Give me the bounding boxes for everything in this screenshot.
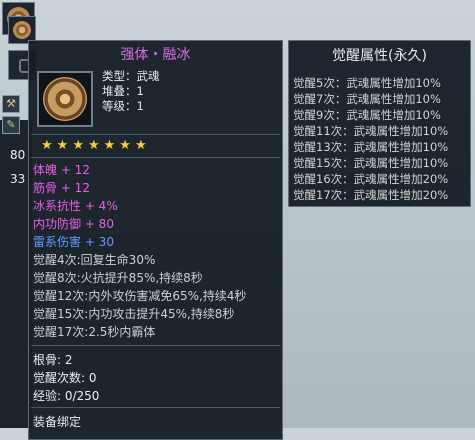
item-tooltip: 强体・融冰 类型：武魂 堆叠：1 等级：1 ★ ★ ★ ★ ★ ★ ★ 体魄 +… bbox=[28, 40, 283, 440]
item-level: 等级：1 bbox=[102, 99, 144, 113]
experience: 经验: 0/250 bbox=[33, 389, 100, 403]
divider bbox=[31, 407, 280, 408]
awaken-attribute-line: 觉醒16次：武魂属性增加20% bbox=[293, 172, 449, 186]
stat-line: 雷系伤害 + 30 bbox=[33, 235, 114, 249]
star-icon: ★ bbox=[119, 138, 131, 153]
star-rating: ★ ★ ★ ★ ★ ★ ★ bbox=[41, 139, 147, 153]
star-icon: ★ bbox=[41, 138, 53, 153]
background-number: 33 bbox=[10, 172, 26, 186]
awaken-attribute-line: 觉醒11次：武魂属性增加10% bbox=[293, 124, 449, 138]
item-stack: 堆叠：1 bbox=[102, 84, 144, 98]
awaken-effect: 觉醒4次:回复生命30% bbox=[33, 253, 156, 267]
stat-line: 冰系抗性 + 4% bbox=[33, 199, 118, 213]
tool-button[interactable]: ⚒ bbox=[2, 95, 20, 113]
divider bbox=[31, 157, 280, 158]
awaken-attribute-line: 觉醒17次：武魂属性增加20% bbox=[293, 188, 449, 202]
star-icon: ★ bbox=[72, 138, 84, 153]
star-icon: ★ bbox=[87, 138, 100, 153]
awaken-effect: 觉醒17次:2.5秒内霸体 bbox=[33, 325, 156, 339]
awaken-attribute-line: 觉醒13次：武魂属性增加10% bbox=[293, 140, 449, 154]
bind-status: 装备绑定 bbox=[33, 415, 82, 429]
item-title: 强体・融冰 bbox=[120, 47, 191, 63]
stat-line: 内功防御 + 80 bbox=[33, 217, 114, 231]
tool-icon: ✎ bbox=[6, 118, 16, 131]
awaken-attributes-panel: 觉醒属性(永久) 觉醒5次：武魂属性增加10% 觉醒7次：武魂属性增加10% 觉… bbox=[288, 40, 471, 207]
star-icon: ★ bbox=[134, 138, 147, 153]
divider bbox=[31, 134, 280, 135]
shield-item-icon bbox=[13, 21, 31, 39]
awaken-attribute-line: 觉醒5次：武魂属性增加10% bbox=[293, 76, 441, 90]
item-type: 类型：武魂 bbox=[102, 69, 160, 83]
tool-icon: ⚒ bbox=[6, 97, 16, 110]
awaken-effect: 觉醒12次:内外攻伤害减免65%,持续4秒 bbox=[33, 289, 247, 303]
panel-title: 觉醒属性(永久) bbox=[332, 48, 427, 64]
awaken-effect: 觉醒15次:内功攻击提升45%,持续8秒 bbox=[33, 307, 235, 321]
tool-button[interactable]: ✎ bbox=[2, 116, 20, 134]
awaken-attribute-line: 觉醒15次：武魂属性增加10% bbox=[293, 156, 449, 170]
star-icon: ★ bbox=[103, 138, 116, 153]
awaken-attribute-line: 觉醒9次：武魂属性增加10% bbox=[293, 108, 441, 122]
item-icon-frame bbox=[37, 71, 93, 127]
stat-line: 体魄 + 12 bbox=[33, 163, 90, 177]
divider bbox=[31, 345, 280, 346]
stat-line: 筋骨 + 12 bbox=[33, 181, 90, 195]
shield-icon bbox=[43, 77, 87, 121]
awaken-count: 觉醒次数: 0 bbox=[33, 371, 97, 385]
root-bone-stat: 根骨: 2 bbox=[33, 353, 73, 367]
awaken-attribute-line: 觉醒7次：武魂属性增加10% bbox=[293, 92, 441, 106]
background-number: 80 bbox=[10, 148, 26, 162]
star-icon: ★ bbox=[56, 138, 69, 153]
awaken-effect: 觉醒8次:火抗提升85%,持续8秒 bbox=[33, 271, 203, 285]
